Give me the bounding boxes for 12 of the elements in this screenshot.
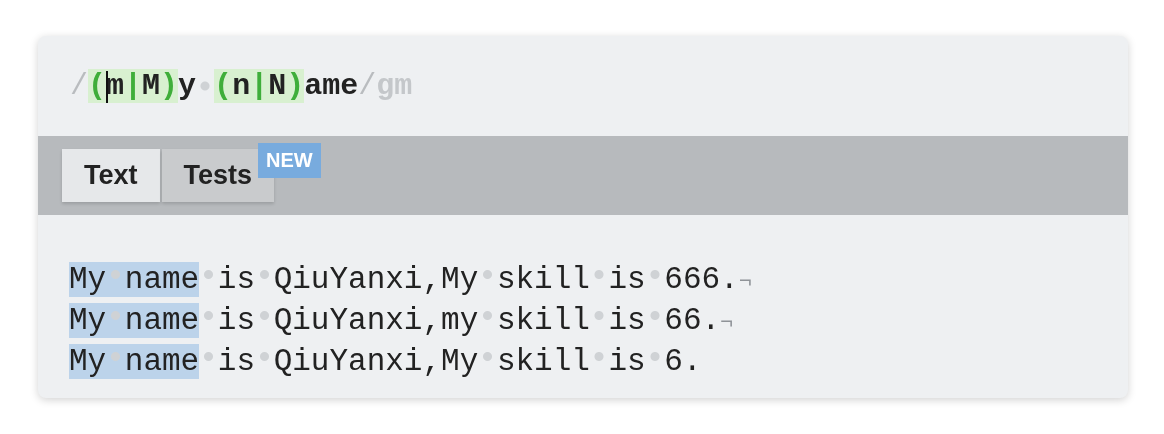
delimiter: /: [358, 69, 377, 103]
literal: ame: [304, 69, 359, 103]
text-line: My name is QiuYanxi,My skill is 666.¬: [69, 259, 752, 300]
tab[interactable]: Text: [62, 149, 160, 202]
literal: y: [178, 69, 197, 103]
text-editor[interactable]: My name is QiuYanxi,My skill is 666.¬ My name is QiuYanxi,my skill is 66.¬ My name is QiuYanxi,My skill is 6.: [38, 215, 1128, 382]
text-cursor: [106, 71, 108, 103]
new-badge: NEW: [258, 143, 321, 178]
group-highlight: (n|N): [214, 69, 305, 103]
text-line: My name is QiuYanxi,My skill is 6.: [69, 341, 702, 382]
delimiter: /: [70, 69, 88, 103]
text-line: My name is QiuYanxi,my skill is 66.¬: [69, 300, 734, 341]
